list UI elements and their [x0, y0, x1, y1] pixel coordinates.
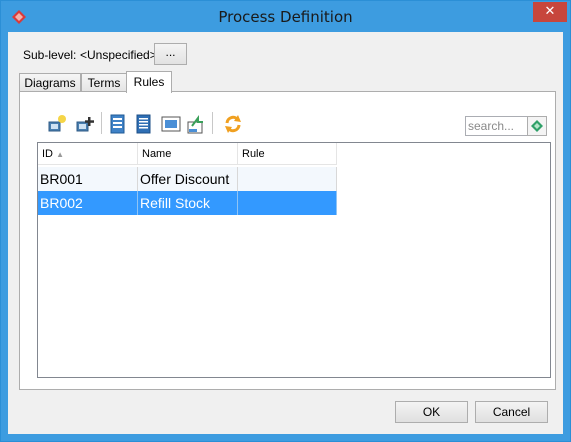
tab-terms[interactable]: Terms	[81, 73, 127, 92]
screen-icon[interactable]	[161, 114, 181, 134]
rules-table: ID ▲ Name Rule BR001 Offer Discount BR00…	[37, 142, 551, 378]
search-go-icon[interactable]	[527, 116, 547, 136]
cell-id: BR002	[38, 191, 138, 215]
cell-name: Offer Discount	[138, 167, 238, 191]
ok-button[interactable]: OK	[395, 401, 468, 423]
dialog-window: Process Definition ✕ Sub-level: <Unspeci…	[0, 0, 571, 442]
new-rule-icon[interactable]	[47, 114, 67, 134]
add-rule-icon[interactable]	[75, 114, 95, 134]
toolbar-separator	[101, 112, 102, 134]
cell-id: BR001	[38, 167, 138, 191]
export-icon[interactable]	[186, 114, 206, 134]
tab-rules[interactable]: Rules	[126, 71, 172, 93]
title-bar[interactable]: Process Definition ✕	[1, 1, 570, 32]
close-button[interactable]: ✕	[533, 2, 567, 22]
document-icon[interactable]	[134, 114, 154, 134]
cell-rule	[238, 191, 337, 215]
cell-rule	[238, 167, 337, 191]
window-title: Process Definition	[218, 8, 353, 26]
table-row-selected[interactable]: BR002 Refill Stock	[38, 191, 337, 215]
column-header-name[interactable]: Name	[138, 143, 238, 165]
cancel-button[interactable]: Cancel	[475, 401, 548, 423]
toolbar-separator	[212, 112, 213, 134]
cell-name: Refill Stock	[138, 191, 238, 215]
column-header-rule[interactable]: Rule	[238, 143, 337, 165]
rules-panel: search... ID ▲ Name Rule BR001 Offer Dis…	[19, 91, 556, 390]
tab-diagrams[interactable]: Diagrams	[19, 73, 81, 92]
search-input[interactable]: search...	[465, 116, 528, 136]
edit-icon[interactable]	[108, 114, 128, 134]
refresh-icon[interactable]	[223, 114, 243, 134]
dialog-body: Sub-level: <Unspecified> ... Diagrams Te…	[8, 32, 563, 434]
sublevel-value: <Unspecified>	[80, 48, 157, 62]
column-header-id[interactable]: ID ▲	[38, 143, 138, 165]
column-header-label: ID	[42, 148, 53, 160]
table-row[interactable]: BR001 Offer Discount	[38, 167, 337, 191]
sort-ascending-icon: ▲	[56, 150, 64, 159]
sublevel-browse-button[interactable]: ...	[154, 43, 187, 65]
sublevel-label: Sub-level:	[23, 48, 77, 62]
